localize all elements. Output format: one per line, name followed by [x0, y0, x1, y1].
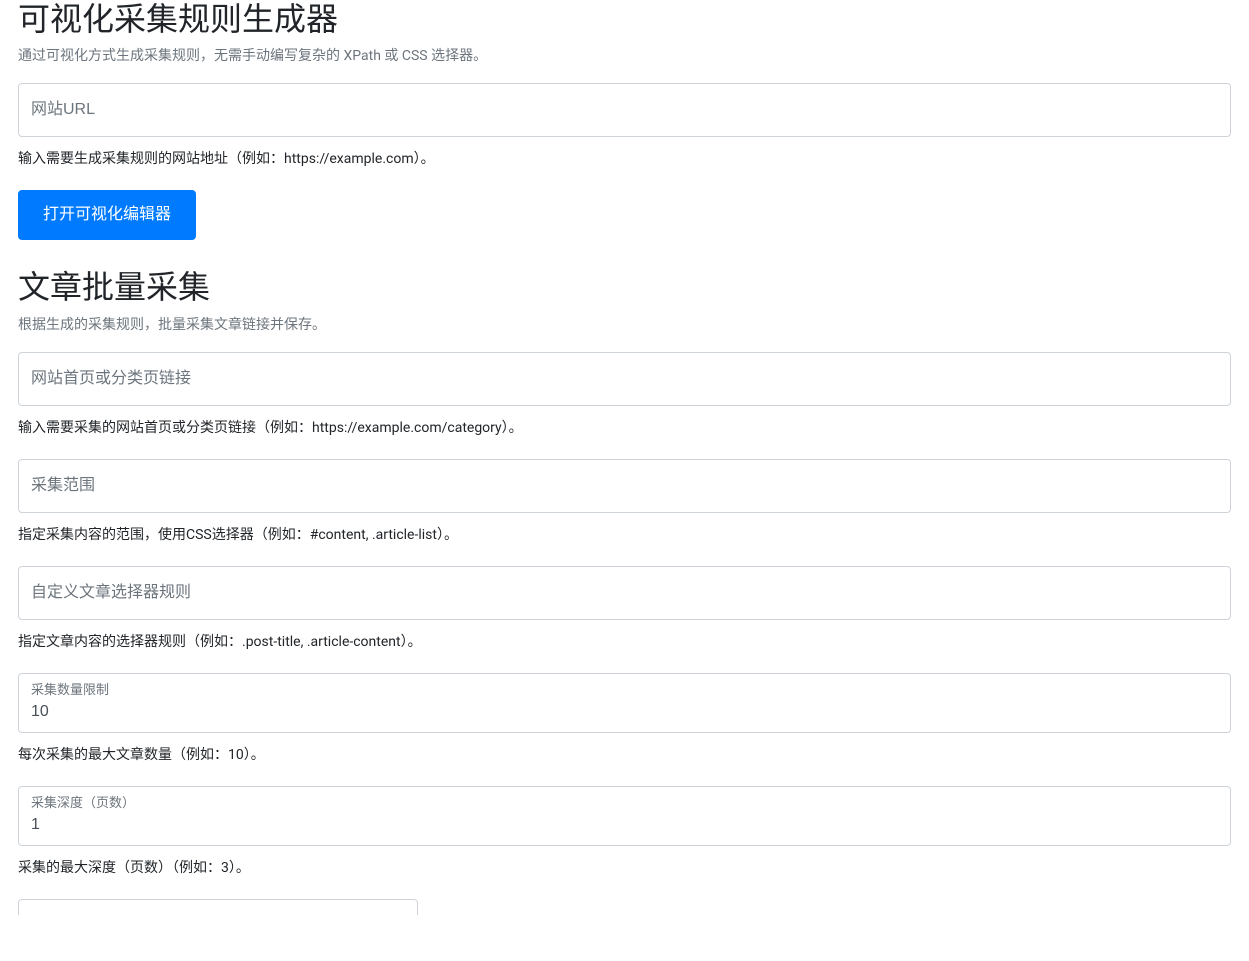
collection-limit-input[interactable]: [18, 673, 1231, 733]
batch-section-title: 文章批量采集: [18, 268, 1231, 306]
url-help-text: 输入需要生成采集规则的网站地址（例如：https://example.com）。: [18, 149, 1231, 170]
partial-element: [18, 899, 1231, 915]
homepage-url-input[interactable]: [18, 352, 1231, 406]
scope-help-text: 指定采集内容的范围，使用CSS选择器（例如：#content, .article…: [18, 525, 1231, 546]
homepage-help-text: 输入需要采集的网站首页或分类页链接（例如：https://example.com…: [18, 418, 1231, 439]
depth-help-text: 采集的最大深度（页数）（例如：3）。: [18, 858, 1231, 879]
selector-help-text: 指定文章内容的选择器规则（例如：.post-title, .article-co…: [18, 632, 1231, 653]
article-selector-input[interactable]: [18, 566, 1231, 620]
visual-section-title: 可视化采集规则生成器: [18, 0, 1231, 38]
open-visual-editor-button[interactable]: 打开可视化编辑器: [18, 190, 196, 240]
url-input-group: 输入需要生成采集规则的网站地址（例如：https://example.com）。: [18, 83, 1231, 170]
selector-input-group: 指定文章内容的选择器规则（例如：.post-title, .article-co…: [18, 566, 1231, 653]
limit-help-text: 每次采集的最大文章数量（例如：10）。: [18, 745, 1231, 766]
depth-input-group: 采集深度（页数） 采集的最大深度（页数）（例如：3）。: [18, 786, 1231, 879]
limit-input-group: 采集数量限制 每次采集的最大文章数量（例如：10）。: [18, 673, 1231, 766]
collection-scope-input[interactable]: [18, 459, 1231, 513]
batch-section-desc: 根据生成的采集规则，批量采集文章链接并保存。: [18, 315, 1231, 336]
visual-rule-generator-section: 可视化采集规则生成器 通过可视化方式生成采集规则，无需手动编写复杂的 XPath…: [18, 0, 1231, 240]
website-url-input[interactable]: [18, 83, 1231, 137]
batch-collection-section: 文章批量采集 根据生成的采集规则，批量采集文章链接并保存。 输入需要采集的网站首…: [18, 268, 1231, 914]
collection-depth-input[interactable]: [18, 786, 1231, 846]
partial-input-top: [18, 899, 418, 915]
scope-input-group: 指定采集内容的范围，使用CSS选择器（例如：#content, .article…: [18, 459, 1231, 546]
homepage-input-group: 输入需要采集的网站首页或分类页链接（例如：https://example.com…: [18, 352, 1231, 439]
visual-section-desc: 通过可视化方式生成采集规则，无需手动编写复杂的 XPath 或 CSS 选择器。: [18, 46, 1231, 67]
